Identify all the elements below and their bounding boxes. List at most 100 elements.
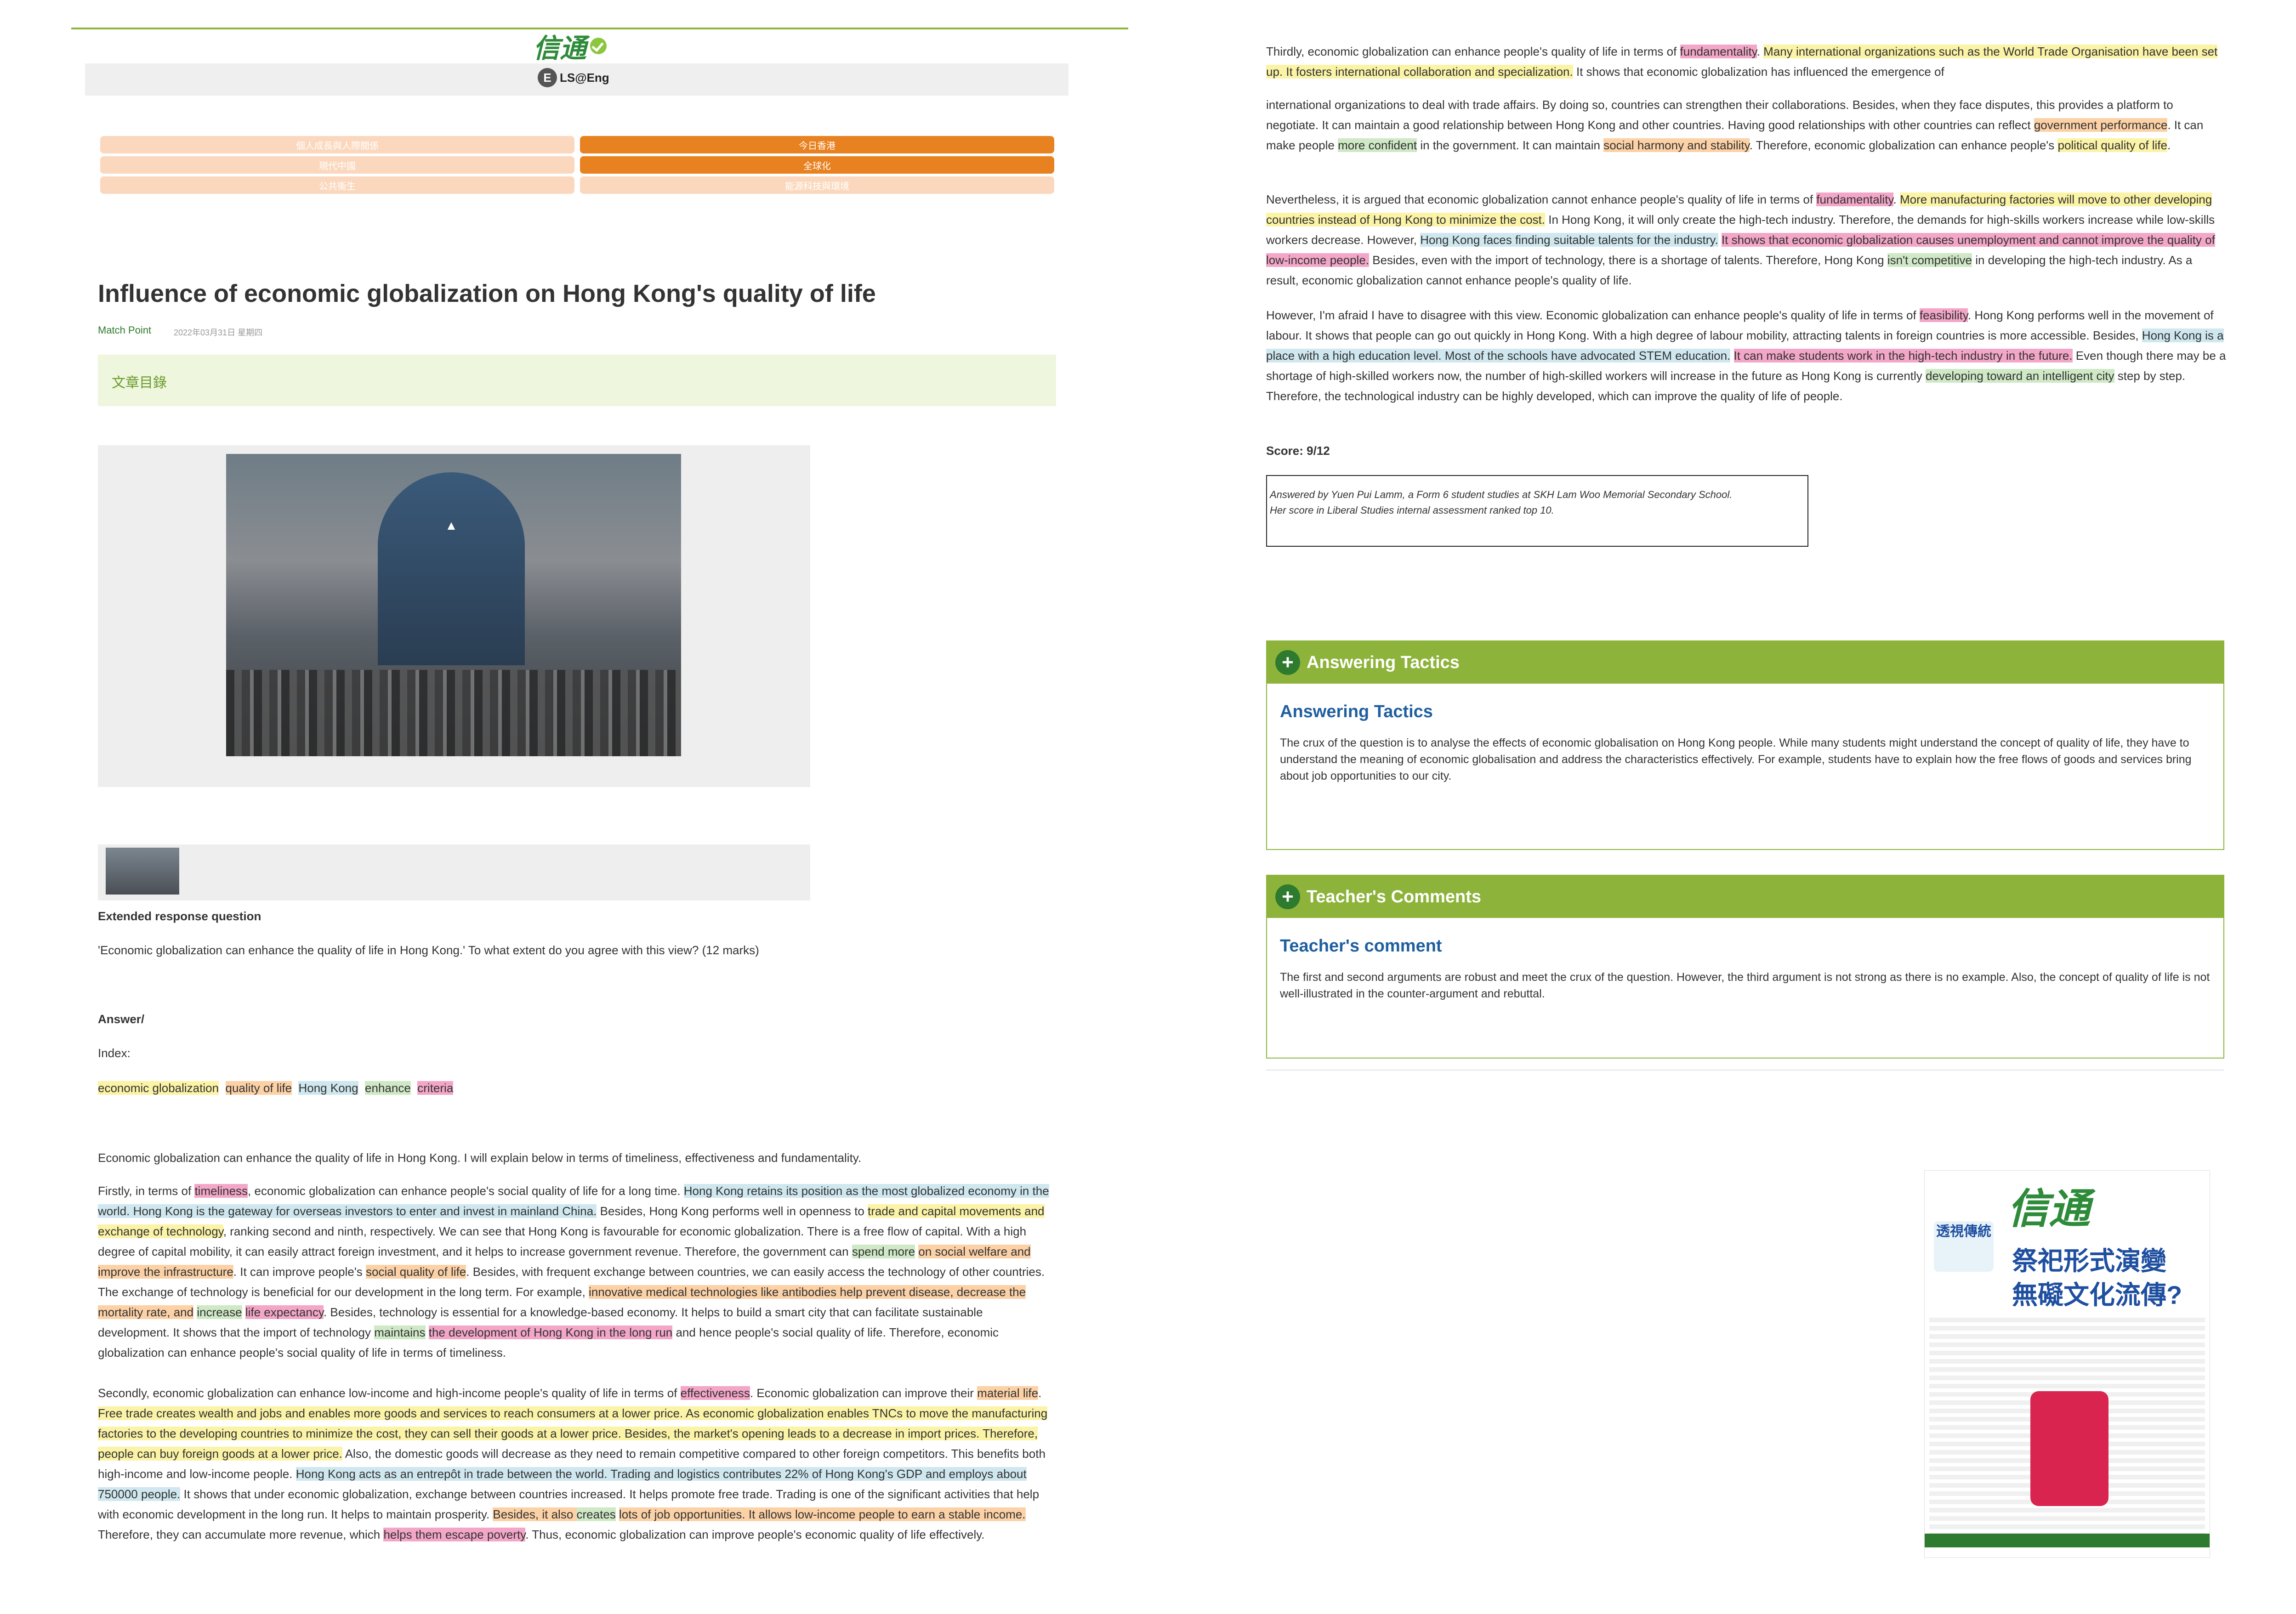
- panel-title: Answering Tactics: [1280, 702, 1433, 721]
- text-run: . Thus, economic globalization can impro…: [525, 1528, 985, 1541]
- site-badge-icon: E: [538, 68, 557, 87]
- nav-item-personal-growth[interactable]: 個人成長與人際關係: [100, 136, 574, 153]
- paragraph-4: Nevertheless, it is argued that economic…: [1266, 189, 2227, 290]
- newspaper-headline: 祭祀形式演變 無礙文化流傳?: [2012, 1246, 2182, 1309]
- text-run: . Economic globalization can improve the…: [750, 1386, 978, 1400]
- highlight: feasibility: [1919, 308, 1968, 322]
- newspaper-badge: 透視傳統: [1934, 1221, 1994, 1272]
- answered-by-line: Answered by Yuen Pui Lamm, a Form 6 stud…: [1270, 489, 1733, 500]
- text-run: Besides, Hong Kong performs well in open…: [597, 1204, 868, 1218]
- text-run: It shows that economic globalization has…: [1573, 65, 1944, 79]
- score-label: Score: 9/12: [1266, 444, 1330, 458]
- plus-icon: +: [1275, 650, 1300, 675]
- nav-item-modern-china[interactable]: 現代中國: [100, 156, 574, 174]
- nav-label: 個人成長與人際關係: [296, 141, 379, 151]
- highlight: material life: [977, 1386, 1039, 1400]
- panel-body: The crux of the question is to analyse t…: [1280, 736, 2192, 782]
- text-run: .: [1756, 45, 1764, 58]
- nav-label: 現代中國: [319, 161, 356, 171]
- text-run: [1730, 349, 1733, 362]
- author-link[interactable]: Match Point: [98, 324, 151, 336]
- highlight: increase: [197, 1305, 242, 1319]
- article-title: Influence of economic globalization on H…: [98, 280, 876, 307]
- question-text: 'Economic globalization can enhance the …: [98, 943, 759, 957]
- highlight: developing toward an intelligent city: [1926, 369, 2114, 383]
- intro-paragraph: Economic globalization can enhance the q…: [98, 1151, 862, 1165]
- incense-holder-image: [2030, 1391, 2108, 1506]
- text-run: .: [1893, 193, 1900, 206]
- nav-label: 能源科技與環境: [785, 181, 849, 192]
- newspaper-cover[interactable]: 信通 透視傳統 祭祀形式演變 無礙文化流傳?: [1925, 1171, 2210, 1557]
- text-run: Thirdly, economic globalization can enha…: [1266, 45, 1680, 58]
- text-run: [1718, 233, 1722, 247]
- nav-item-hong-kong-today[interactable]: 今日香港: [580, 136, 1054, 153]
- text-run: However, I'm afraid I have to disagree w…: [1266, 308, 1920, 322]
- highlight: Hong Kong faces finding suitable talents…: [1420, 233, 1718, 247]
- panel-body: The first and second arguments are robus…: [1280, 971, 2210, 1000]
- highlight: timeliness: [194, 1184, 248, 1198]
- index-tag: criteria: [417, 1081, 454, 1095]
- site-logo[interactable]: 信通: [533, 28, 639, 64]
- text-run: Besides, even with the import of technol…: [1369, 253, 1887, 267]
- panel-header-label: Answering Tactics: [1307, 652, 1460, 672]
- text-run: Nevertheless, it is argued that economic…: [1266, 193, 1817, 206]
- nav-label: 今日香港: [799, 141, 835, 151]
- highlight: political quality of life: [2057, 138, 2167, 152]
- nav-label: 公共衞生: [319, 181, 356, 192]
- answered-by-line: Her score in Liberal Studies internal as…: [1270, 504, 1554, 516]
- highlight: government performance: [2034, 118, 2168, 132]
- nav-item-globalization[interactable]: 全球化: [580, 156, 1054, 174]
- text-run: [426, 1325, 429, 1339]
- answering-tactics-panel: + Answering Tactics Answering Tactics Th…: [1266, 640, 2224, 850]
- nav-item-public-health[interactable]: 公共衞生: [100, 176, 574, 194]
- highlight: maintains: [374, 1325, 426, 1339]
- index-tag: economic globalization: [98, 1081, 219, 1095]
- highlight: spend more: [852, 1245, 915, 1258]
- panel-title: Teacher's comment: [1280, 936, 1442, 956]
- text-run: in the government. It can maintain: [1417, 138, 1604, 152]
- text-run: , economic globalization can enhance peo…: [248, 1184, 684, 1198]
- image-thumbnail-strip: [98, 844, 810, 900]
- highlight: effectiveness: [680, 1386, 750, 1400]
- site-name-label: LS@Eng: [560, 70, 609, 85]
- article-date: 2022年03月31日 星期四: [174, 328, 263, 337]
- highlight: isn't competitive: [1887, 253, 1972, 267]
- image-thumbnail[interactable]: [106, 848, 179, 895]
- newspaper-masthead: 信通: [2007, 1184, 2090, 1233]
- text-run: [616, 1507, 619, 1521]
- photo-building: [378, 472, 525, 665]
- site-name[interactable]: E LS@Eng: [538, 68, 609, 87]
- teachers-comments-toggle[interactable]: + Teacher's Comments: [1267, 876, 2223, 918]
- text-run: .: [1038, 1386, 1042, 1400]
- text-run: . It can improve people's: [233, 1265, 366, 1279]
- paragraph-3-continued: international organizations to deal with…: [1266, 95, 2227, 155]
- answering-tactics-toggle[interactable]: + Answering Tactics: [1267, 641, 2223, 684]
- highlight: fundamentality: [1680, 45, 1757, 58]
- highlight: fundamentality: [1816, 193, 1893, 206]
- highlight: creates: [576, 1507, 616, 1521]
- paragraph-3: Thirdly, economic globalization can enha…: [1266, 41, 2227, 82]
- newspaper-footer-bar: [1925, 1534, 2210, 1547]
- index-tag: Hong Kong: [298, 1081, 358, 1095]
- article-photo[interactable]: ▲: [226, 454, 681, 756]
- table-of-contents[interactable]: 文章目錄: [98, 355, 1056, 406]
- teachers-comments-panel: + Teacher's Comments Teacher's comment T…: [1266, 875, 2224, 1059]
- paragraph-2: Secondly, economic globalization can enh…: [98, 1383, 1054, 1545]
- highlight: It can make students work in the high-te…: [1733, 349, 2073, 362]
- index-tags: economic globalization quality of life H…: [98, 1078, 454, 1098]
- index-label: Index:: [98, 1046, 131, 1060]
- paragraph-1: Firstly, in terms of timeliness, economi…: [98, 1181, 1054, 1363]
- text-run: Firstly, in terms of: [98, 1184, 195, 1198]
- highlight: more confident: [1338, 138, 1417, 152]
- photo-crowd: [226, 670, 681, 756]
- nav-item-energy[interactable]: 能源科技與環境: [580, 176, 1054, 194]
- logo-text: 信通: [533, 33, 587, 64]
- toc-label: 文章目錄: [112, 375, 167, 391]
- index-tag: quality of life: [225, 1081, 292, 1095]
- highlight: the development of Hong Kong in the long…: [428, 1325, 673, 1339]
- text-run: .: [2167, 138, 2171, 152]
- highlight: life expectancy: [245, 1305, 324, 1319]
- nav-label: 全球化: [803, 161, 831, 171]
- text-run: . Therefore, economic globalization can …: [1749, 138, 2058, 152]
- text-run: Therefore, they can accumulate more reve…: [98, 1528, 384, 1541]
